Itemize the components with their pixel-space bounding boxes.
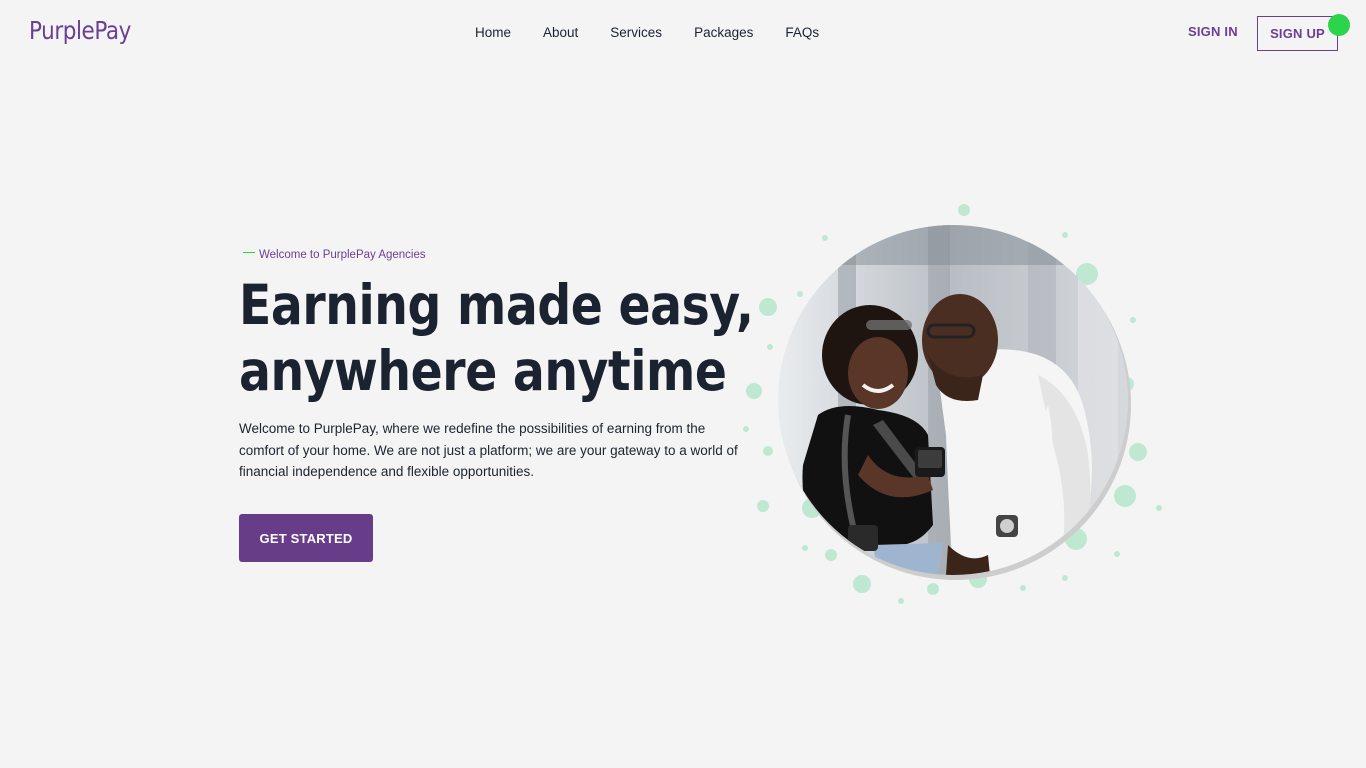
hero-eyebrow: Welcome to PurplePay Agencies: [243, 249, 426, 261]
hero-photo: [778, 225, 1128, 575]
nav-home[interactable]: Home: [475, 24, 511, 42]
hero-title-line-1: Earning made easy,: [239, 273, 754, 337]
hero-title: Earning made easy, anywhere anytime: [239, 272, 754, 404]
hero-title-line-2: anywhere anytime: [239, 339, 727, 403]
sign-up-button[interactable]: SIGN UP: [1257, 16, 1338, 51]
eyebrow-dash-icon: [243, 251, 255, 253]
eyebrow-text: Welcome to PurplePay Agencies: [259, 249, 426, 261]
main-nav: Home About Services Packages FAQs: [475, 24, 819, 42]
brand-logo[interactable]: PurplePay: [29, 16, 131, 45]
nav-packages[interactable]: Packages: [694, 24, 753, 42]
sign-in-link[interactable]: SIGN IN: [1188, 24, 1238, 39]
status-dot-icon: [1328, 14, 1350, 36]
nav-services[interactable]: Services: [610, 24, 662, 42]
hero-description: Welcome to PurplePay, where we redefine …: [239, 421, 738, 479]
hero-illustration: [740, 195, 1170, 615]
nav-about[interactable]: About: [543, 24, 578, 42]
nav-faqs[interactable]: FAQs: [785, 24, 819, 42]
get-started-button[interactable]: GET STARTED: [239, 514, 373, 562]
people-with-phone-icon: [778, 225, 1128, 575]
